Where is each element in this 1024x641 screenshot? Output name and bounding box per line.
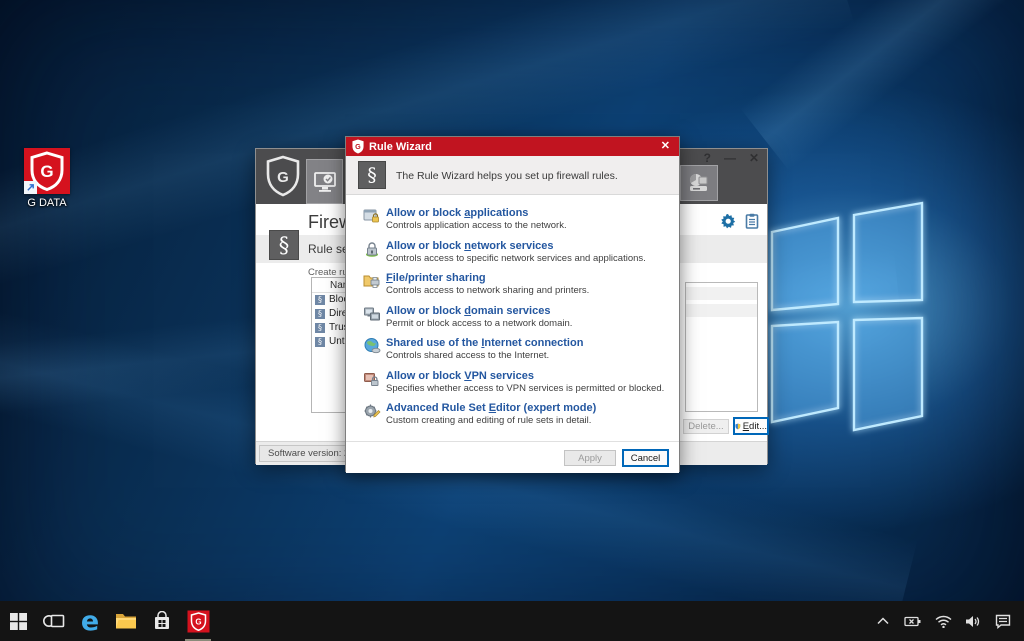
task-view-button[interactable]: [36, 601, 72, 641]
rule-sets-icon: §: [269, 230, 299, 260]
apply-button[interactable]: Apply: [564, 450, 616, 466]
action-center-icon: [995, 614, 1011, 629]
tray-volume-button[interactable]: [960, 601, 986, 641]
file-explorer-button[interactable]: [108, 601, 144, 641]
help-button[interactable]: ?: [702, 151, 713, 165]
cancel-button[interactable]: Cancel: [622, 449, 669, 467]
detail-row: [686, 304, 757, 317]
wifi-icon: [935, 615, 952, 628]
rule-set-icon: §: [315, 323, 325, 333]
domain-services-icon: [363, 305, 381, 323]
security-center-icon: [312, 169, 338, 195]
svg-text:G: G: [277, 169, 289, 186]
uac-shield-icon: [735, 421, 741, 432]
dialog-title: Rule Wizard: [369, 141, 432, 153]
window-controls: ? — ✕: [702, 151, 761, 165]
svg-text:G: G: [195, 617, 201, 626]
internet-share-icon: [363, 337, 381, 355]
wizard-item-file-printer-sharing[interactable]: File/printer sharing Controls access to …: [363, 272, 669, 298]
wizard-item-desc: Controls access to specific network serv…: [386, 253, 646, 265]
wizard-item-title: Allow or block applications: [386, 207, 567, 220]
close-button[interactable]: ✕: [747, 151, 761, 165]
taskbar: e G: [0, 601, 1024, 641]
applications-icon: [363, 207, 381, 225]
battery-x-icon: [904, 615, 922, 627]
delete-button[interactable]: Delete...: [683, 419, 729, 434]
editor-gear-icon: [363, 402, 381, 420]
edit-label: dit...: [749, 421, 767, 432]
svg-text:G: G: [355, 142, 361, 151]
rule-set-icon: §: [315, 295, 325, 305]
wizard-item-title: Allow or block network services: [386, 240, 646, 253]
edge-button[interactable]: e: [72, 601, 108, 641]
wizard-item-desc: Custom creating and editing of rule sets…: [386, 415, 596, 427]
gdata-shield-icon: G: [187, 610, 210, 633]
system-tray: [870, 601, 1016, 641]
windows-start-icon: [10, 613, 27, 630]
volume-icon: [965, 615, 981, 628]
chevron-up-icon: [877, 617, 889, 625]
wizard-item-desc: Specifies whether access to VPN services…: [386, 383, 664, 395]
rule-wizard-dialog: G Rule Wizard ✕ § The Rule Wizard helps …: [345, 136, 680, 472]
gdata-logo-icon: G: [264, 155, 302, 199]
dialog-header-text: The Rule Wizard helps you set up firewal…: [396, 170, 618, 182]
wizard-item-desc: Controls shared access to the Internet.: [386, 350, 583, 362]
tray-battery-button[interactable]: [900, 601, 926, 641]
tray-network-button[interactable]: [930, 601, 956, 641]
log-clipboard-icon[interactable]: [745, 213, 759, 229]
gdata-shield-icon: G: [351, 139, 365, 154]
dialog-header: § The Rule Wizard helps you set up firew…: [346, 156, 679, 195]
wizard-item-domain-services[interactable]: Allow or block domain services Permit or…: [363, 305, 669, 331]
shortcut-arrow-icon: [24, 181, 37, 194]
gdata-taskbar-button[interactable]: G: [180, 601, 216, 641]
light-beam: [740, 0, 1024, 171]
minimize-button[interactable]: —: [722, 151, 738, 165]
wizard-item-vpn-services[interactable]: Allow or block VPN services Specifies wh…: [363, 370, 669, 396]
file-printer-icon: [363, 272, 381, 290]
dialog-close-button[interactable]: ✕: [659, 139, 672, 152]
edge-icon: e: [81, 608, 99, 635]
file-explorer-icon: [115, 612, 137, 630]
wizard-item-desc: Controls access to network sharing and p…: [386, 285, 589, 297]
start-button[interactable]: [0, 601, 36, 641]
wizard-item-title: Shared use of the Internet connection: [386, 337, 583, 350]
svg-text:G: G: [40, 162, 53, 181]
wizard-item-network-services[interactable]: Allow or block network services Controls…: [363, 240, 669, 266]
windows-logo: [758, 192, 938, 447]
backup-icon: [686, 171, 712, 195]
dialog-footer: Apply Cancel: [346, 441, 679, 473]
dialog-titlebar[interactable]: G Rule Wizard ✕: [346, 137, 679, 156]
gdata-shield-icon: G: [24, 148, 70, 194]
desktop-icon-gdata[interactable]: G G DATA: [14, 148, 80, 209]
wizard-item-desc: Permit or block access to a network doma…: [386, 318, 572, 330]
task-view-icon: [43, 612, 65, 630]
rule-set-icon: §: [315, 337, 325, 347]
store-icon: [152, 611, 172, 631]
tray-chevron-button[interactable]: [870, 601, 896, 641]
rule-set-icon: §: [315, 309, 325, 319]
wizard-item-advanced-editor[interactable]: Advanced Rule Set Editor (expert mode) C…: [363, 402, 669, 428]
vpn-lock-icon: [363, 370, 381, 388]
action-center-button[interactable]: [990, 601, 1016, 641]
wizard-item-shared-internet[interactable]: Shared use of the Internet connection Co…: [363, 337, 669, 363]
network-services-icon: [363, 240, 381, 258]
rule-set-detail-panel: [685, 282, 758, 412]
wizard-item-title: Allow or block VPN services: [386, 370, 664, 383]
tab-security-center[interactable]: [306, 159, 343, 204]
tab-backup[interactable]: [680, 165, 718, 201]
store-button[interactable]: [144, 601, 180, 641]
wizard-item-desc: Controls application access to the netwo…: [386, 220, 567, 232]
wizard-item-title: Advanced Rule Set Editor (expert mode): [386, 402, 596, 415]
edit-button[interactable]: Edit...: [733, 417, 769, 435]
detail-row: [686, 287, 757, 300]
wizard-icon: §: [358, 161, 386, 189]
wizard-item-applications[interactable]: Allow or block applications Controls app…: [363, 207, 669, 233]
desktop-icon-label: G DATA: [14, 197, 80, 209]
dialog-body: Allow or block applications Controls app…: [346, 195, 679, 435]
wizard-item-title: File/printer sharing: [386, 272, 589, 285]
wizard-item-title: Allow or block domain services: [386, 305, 572, 318]
settings-gear-icon[interactable]: [720, 213, 736, 229]
